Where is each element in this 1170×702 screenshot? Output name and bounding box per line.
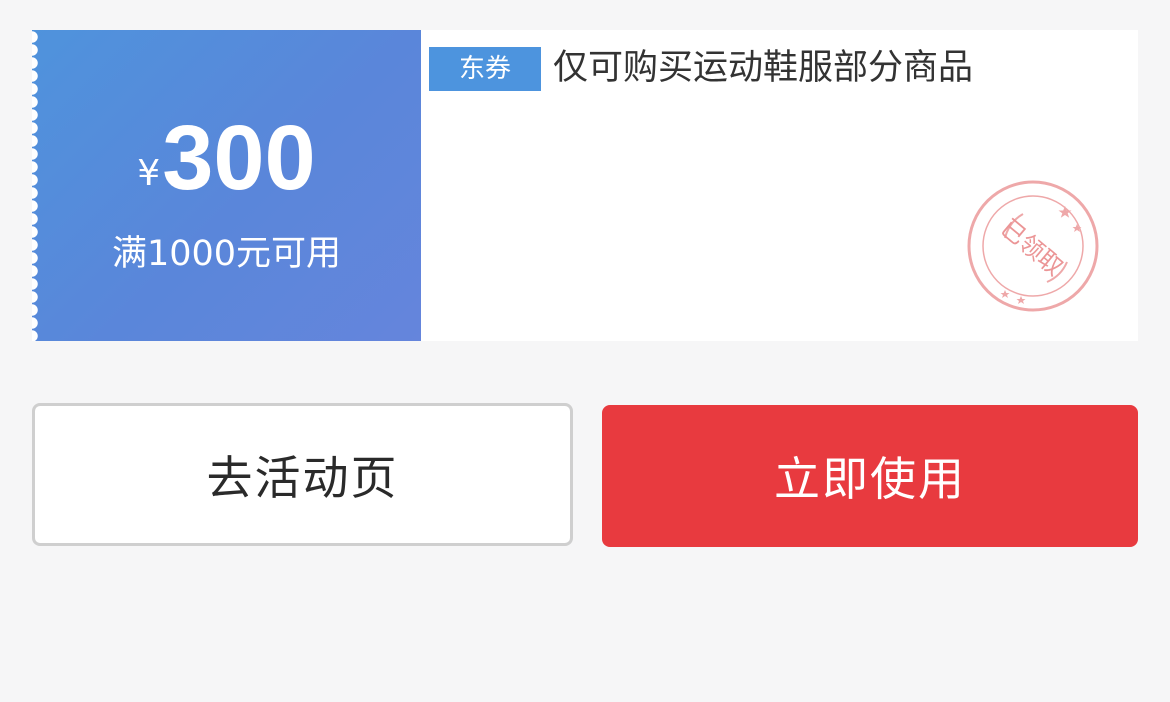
coupon-info-panel: 东券 仅可购买运动鞋服部分商品 已领取 (421, 30, 1138, 341)
use-now-button[interactable]: 立即使用 (602, 405, 1138, 547)
go-to-activity-button[interactable]: 去活动页 (32, 403, 573, 546)
coupon-condition: 满1000元可用 (111, 234, 342, 274)
claimed-stamp-text: 已领取 (995, 214, 1068, 282)
coupon-amount-row: ¥300 (32, 108, 421, 208)
claimed-stamp-icon: 已领取 (967, 180, 1099, 312)
coupon-amount: 300 (162, 107, 316, 209)
coupon-type-tag: 东券 (429, 47, 541, 91)
coupon-value-panel: ¥300 满1000元可用 (32, 30, 421, 341)
coupon-description: 仅可购买运动鞋服部分商品 (553, 48, 974, 88)
currency-symbol: ¥ (137, 153, 161, 194)
coupon-card: ¥300 满1000元可用 东券 仅可购买运动鞋服部分商品 已领取 (32, 30, 1138, 341)
